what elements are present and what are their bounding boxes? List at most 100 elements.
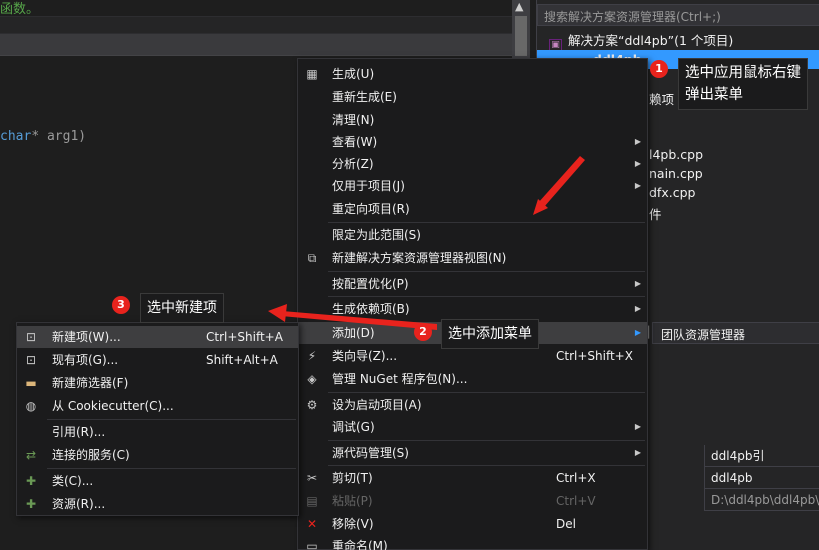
menu-separator [328,222,645,223]
menu-shortcut: Ctrl+Shift+A [206,330,283,344]
menu-item-clean[interactable]: 清理(N) [298,109,647,131]
menu-item-new-item[interactable]: ⊡ 新建项(W)... Ctrl+Shift+A [17,326,298,348]
property-value[interactable]: ddl4pb引 [704,445,819,467]
scissors-icon: ✂ [306,471,318,485]
menu-label: 移除(V) [332,517,374,531]
property-value[interactable]: D:\ddl4pb\ddl4pb\d [704,489,819,511]
menu-item-existing-item[interactable]: ⊡ 现有项(G)... Shift+Alt+A [17,349,298,371]
team-tab-label: 团队资源管理器 [661,328,746,342]
file-node[interactable]: l4pb.cpp [649,147,703,162]
scroll-thumb[interactable] [515,16,527,56]
editor-member-bar[interactable] [0,34,512,56]
connected-service-icon: ⇄ [25,448,37,462]
properties-values: ddl4pb引 ddl4pb D:\ddl4pb\ddl4pb\d [704,445,819,511]
file-node[interactable]: nain.cpp [649,166,703,181]
menu-item-resource[interactable]: ✚ 资源(R)... [17,493,298,515]
menu-item-build-dependencies[interactable]: 生成依赖项(B) ▶ [298,298,647,320]
menu-shortcut: Del [556,517,576,531]
menu-item-remove[interactable]: ✕ 移除(V) Del [298,513,647,535]
menu-label: 调试(G) [332,420,375,434]
add-submenu: ⊡ 新建项(W)... Ctrl+Shift+A ⊡ 现有项(G)... Shi… [16,322,299,516]
menu-item-analyze[interactable]: 分析(Z) ▶ [298,153,647,175]
menu-label: 连接的服务(C) [52,448,130,462]
tab-team-explorer[interactable]: ┃ 团队资源管理器 [645,322,819,344]
step1-badge: 1 [650,60,668,78]
menu-separator [328,296,645,297]
menu-item-paste[interactable]: ▤ 粘贴(P) Ctrl+V [298,490,647,512]
submenu-arrow-icon: ▶ [634,328,641,337]
step1-text-line1: 选中应用鼠标右键 [685,65,801,81]
step3-callout: 选中新建项 [140,293,224,323]
menu-item-rebuild[interactable]: 重新生成(E) [298,86,647,108]
menu-item-source-control[interactable]: 源代码管理(S) ▶ [298,442,647,464]
menu-label: 清理(N) [332,113,375,127]
menu-separator [328,392,645,393]
menu-separator [47,468,296,469]
menu-shortcut: Ctrl+V [556,494,596,508]
cookiecutter-icon: ◍ [25,399,37,413]
submenu-arrow-icon: ▶ [634,448,641,457]
step1-text-line2: 弹出菜单 [685,87,743,103]
menu-label: 粘贴(P) [332,494,373,508]
build-icon: ▦ [306,67,318,81]
menu-label: 仅用于项目(J) [332,179,405,193]
code-comment: 函数。 [0,2,40,17]
menu-item-set-startup[interactable]: ⚙ 设为启动项目(A) [298,394,647,416]
solution-root-label: 解决方案“ddl4pb”(1 个项目) [568,33,734,48]
solution-search-input[interactable]: 搜索解决方案资源管理器(Ctrl+;) [537,4,819,26]
menu-label: 管理 NuGet 程序包(N)... [332,372,468,386]
menu-item-view[interactable]: 查看(W) ▶ [298,131,647,153]
menu-item-project-only[interactable]: 仅用于项目(J) ▶ [298,175,647,197]
menu-item-manage-nuget[interactable]: ◈ 管理 NuGet 程序包(N)... [298,368,647,390]
file-node[interactable]: dfx.cpp [649,185,695,200]
menu-item-cut[interactable]: ✂ 剪切(T) Ctrl+X [298,467,647,489]
menu-item-profile-guided[interactable]: 按配置优化(P) ▶ [298,273,647,295]
project-context-menu: ▦ 生成(U) 重新生成(E) 清理(N) 查看(W) ▶ 分析(Z) ▶ 仅用… [297,58,648,550]
menu-label: 设为启动项目(A) [332,398,422,412]
menu-label: 源代码管理(S) [332,446,409,460]
menu-shortcut: Ctrl+X [556,471,596,485]
menu-label: 限定为此范围(S) [332,228,421,242]
menu-label: 分析(Z) [332,157,374,171]
menu-item-retarget[interactable]: 重定向项目(R) [298,198,647,220]
menu-item-build[interactable]: ▦ 生成(U) [298,63,647,85]
paste-icon: ▤ [306,494,318,508]
existing-item-icon: ⊡ [25,353,37,367]
solution-root-node[interactable]: ▣ 解决方案“ddl4pb”(1 个项目) [537,31,734,52]
submenu-arrow-icon: ▶ [634,422,641,431]
menu-label: 生成(U) [332,67,375,81]
menu-item-class[interactable]: ✚ 类(C)... [17,470,298,492]
folder-node[interactable]: 件 [649,204,662,223]
menu-item-references[interactable]: 引用(R)... [17,421,298,443]
editor-navigation-bar[interactable] [0,16,512,34]
property-value[interactable]: ddl4pb [704,467,819,489]
menu-separator [328,465,645,466]
menu-item-new-explorer-view[interactable]: ⧉ 新建解决方案资源管理器视图(N) [298,247,647,269]
menu-item-new-filter[interactable]: ▬ 新建筛选器(F) [17,372,298,394]
menu-shortcut: Ctrl+Shift+X [556,349,633,363]
submenu-arrow-icon: ▶ [634,304,641,313]
scroll-up-icon[interactable]: ▲ [515,0,523,13]
dependencies-node[interactable]: 赖项 [649,89,674,108]
gear-icon: ⚙ [306,398,318,412]
menu-item-debug[interactable]: 调试(G) ▶ [298,416,647,438]
class-wizard-icon: ⚡ [307,349,317,363]
menu-label: 新建项(W)... [52,330,121,344]
code-line[interactable]: char* arg1) [0,129,86,144]
menu-label: 资源(R)... [52,497,106,511]
menu-label: 类(C)... [52,474,94,488]
menu-item-scope-to-this[interactable]: 限定为此范围(S) [298,224,647,246]
step2-badge: 2 [414,323,432,341]
menu-item-rename[interactable]: ▭ 重命名(M) [298,535,647,550]
menu-label: 新建解决方案资源管理器视图(N) [332,251,507,265]
step1-callout: 选中应用鼠标右键 弹出菜单 [678,58,808,110]
menu-label: 类向导(Z)... [332,349,398,363]
menu-separator [328,440,645,441]
menu-item-connected-service[interactable]: ⇄ 连接的服务(C) [17,444,298,466]
submenu-arrow-icon: ▶ [634,181,641,190]
class-icon: ✚ [25,474,37,488]
menu-item-cookiecutter[interactable]: ◍ 从 Cookiecutter(C)... [17,395,298,417]
menu-label: 从 Cookiecutter(C)... [52,399,174,413]
menu-label: 引用(R)... [52,425,106,439]
resource-icon: ✚ [25,497,37,511]
